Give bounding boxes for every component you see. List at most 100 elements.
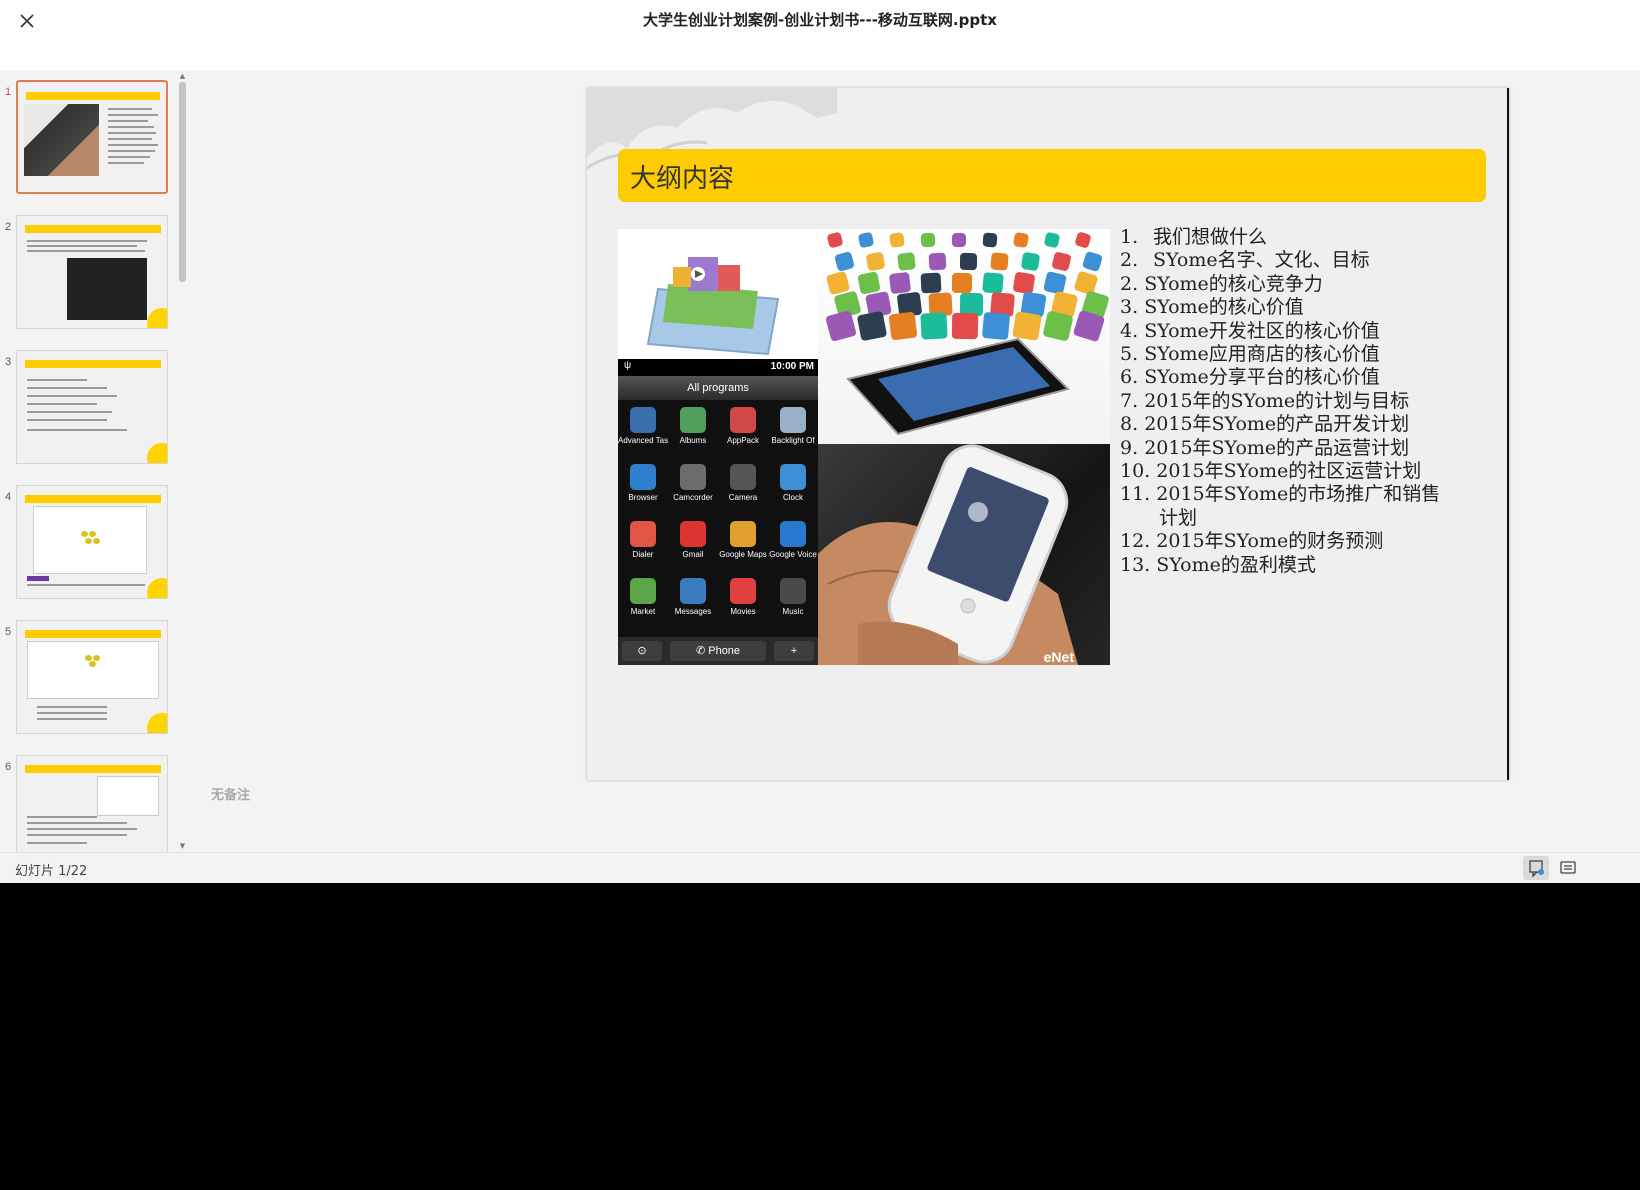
outline-number: 6. (1120, 366, 1139, 389)
app-label: Messages (674, 607, 712, 616)
slide-thumbnail-5[interactable] (16, 620, 168, 734)
status-bar: 幻灯片 1/22 (0, 852, 1640, 883)
outline-item: 9. 2015年SYome的产品运营计划 (1120, 437, 1490, 460)
outline-item: 6. SYome分享平台的核心价值 (1120, 366, 1490, 389)
outline-text: 2015年的SYome的计划与目标 (1144, 389, 1410, 412)
app-icon (730, 578, 756, 604)
notes-view-icon[interactable] (1523, 856, 1549, 880)
android-app: Google Maps (718, 517, 768, 575)
outline-number: 10. (1120, 460, 1151, 483)
outline-item: 计划 (1120, 507, 1490, 530)
outline-number: 8. (1120, 413, 1139, 436)
app-icon (630, 521, 656, 547)
android-app: Google Voice (768, 517, 818, 575)
outline-number: 4. (1120, 319, 1139, 342)
app-icon (630, 464, 656, 490)
flying-app-icons-iphone (818, 229, 1110, 444)
outline-number: 2. (1120, 249, 1139, 272)
outline-item: 12. 2015年SYome的财务预测 (1120, 530, 1490, 553)
app-icon (630, 578, 656, 604)
outline-number: 2. (1120, 272, 1139, 295)
scroll-down-icon[interactable]: ▼ (178, 842, 187, 850)
app-label: Movies (730, 607, 756, 616)
slide-thumbnail-panel: 1 2 3 4 5 6 (0, 70, 190, 852)
app-label: AppPack (726, 436, 760, 445)
outline-number: 1. (1120, 226, 1139, 248)
outline-text: SYome应用商店的核心价值 (1144, 343, 1380, 366)
app-icon (680, 578, 706, 604)
android-app: Camcorder (668, 460, 718, 518)
slide-thumbnail-1[interactable] (16, 80, 168, 194)
app-label: Camera (728, 493, 758, 502)
current-slide[interactable]: 大纲内容 ψ 10:00 PM All programs Advanced Ta… (587, 88, 1509, 780)
thumbnail-row-3[interactable]: 3 (0, 350, 176, 470)
app-label: Backlight Of (771, 436, 815, 445)
outline-item: 2. SYome的核心竞争力 (1120, 273, 1490, 296)
outline-number: 11. (1120, 483, 1151, 506)
3d-apps-illustration (618, 229, 818, 359)
android-app: Music (768, 574, 818, 632)
menu-down-icon: ⊙ (622, 641, 662, 661)
thumbnail-row-2[interactable]: 2 (0, 215, 176, 335)
android-app: Dialer (618, 517, 668, 575)
outline-item: 10. 2015年SYome的社区运营计划 (1120, 460, 1490, 483)
outline-number: 7. (1120, 389, 1139, 412)
slide-title: 大纲内容 (630, 164, 735, 194)
thumbnail-row-5[interactable]: 5 (0, 620, 176, 740)
slide-thumbnail-3[interactable] (16, 350, 168, 464)
outline-number: 5. (1120, 343, 1139, 366)
slide-editor: 大纲内容 ψ 10:00 PM All programs Advanced Ta… (190, 70, 1640, 852)
outline-text: 2015年SYome的社区运营计划 (1156, 460, 1422, 483)
thumbnail-row-6[interactable]: 6 (0, 755, 176, 852)
thumbnail-row-4[interactable]: 4 (0, 485, 176, 605)
outline-item: 7. 2015年的SYome的计划与目标 (1120, 390, 1490, 413)
outline-text: 2015年SYome的财务预测 (1156, 530, 1384, 553)
android-app: Messages (668, 574, 718, 632)
app-label: Dialer (632, 550, 654, 559)
scroll-up-icon[interactable]: ▲ (178, 72, 187, 80)
scroll-thumb[interactable] (179, 82, 186, 282)
app-label: Camcorder (673, 493, 713, 502)
slide-thumbnail-4[interactable] (16, 485, 168, 599)
outline-item: 3. SYome的核心价值 (1120, 296, 1490, 319)
app-icon (730, 464, 756, 490)
thumbnail-number: 4 (5, 491, 12, 503)
usb-icon: ψ (624, 360, 632, 371)
slide-thumbnail-6[interactable] (16, 755, 168, 852)
add-icon: + (774, 641, 814, 661)
app-icon (680, 464, 706, 490)
outline-item: 2. SYome名字、文化、目标 (1120, 249, 1490, 272)
outline-text: 我们想做什么 (1153, 226, 1268, 248)
comments-view-icon[interactable] (1555, 856, 1581, 880)
app-icon (680, 407, 706, 433)
thumbnail-number: 5 (5, 626, 12, 638)
outline-list: 1. 我们想做什么 2. SYome名字、文化、目标 2. SYome的核心竞争力 3. … (1120, 226, 1490, 577)
thumbnail-row-1[interactable]: 1 (0, 80, 176, 200)
thumbnail-scrollbar[interactable]: ▲ ▼ (178, 72, 187, 850)
outline-text: SYome的核心价值 (1144, 296, 1304, 319)
outline-number: 13. (1120, 553, 1151, 576)
android-app: Clock (768, 460, 818, 518)
app-label: Google Maps (719, 550, 767, 559)
slide-thumbnail-2[interactable] (16, 215, 168, 329)
android-app: Camera (718, 460, 768, 518)
document-title: 大学生创业计划案例-创业计划书---移动互联网.pptx (643, 11, 997, 29)
app-icon (780, 407, 806, 433)
outline-text: 2015年SYome的产品开发计划 (1144, 413, 1410, 436)
app-label: Gmail (682, 550, 704, 559)
thumbnail-number: 1 (5, 86, 12, 98)
app-icon (730, 521, 756, 547)
thumbnail-number: 6 (5, 761, 12, 773)
outline-text: SYome分享平台的核心价值 (1144, 366, 1380, 389)
speaker-notes[interactable]: 无备注 (211, 784, 250, 803)
app-label: Advanced Task Manag... (618, 436, 668, 445)
app-label: Market (630, 607, 656, 616)
app-label: Music (782, 607, 804, 616)
outline-text: SYome的盈利模式 (1156, 553, 1316, 576)
slide-counter: 幻灯片 1/22 (15, 864, 88, 879)
outline-text: 2015年SYome的产品运营计划 (1144, 436, 1410, 459)
app-label: Albums (679, 436, 707, 445)
title-bar: 大学生创业计划案例-创业计划书---移动互联网.pptx (0, 0, 1640, 70)
outline-number: 3. (1120, 296, 1139, 319)
android-app: Backlight Of (768, 403, 818, 461)
